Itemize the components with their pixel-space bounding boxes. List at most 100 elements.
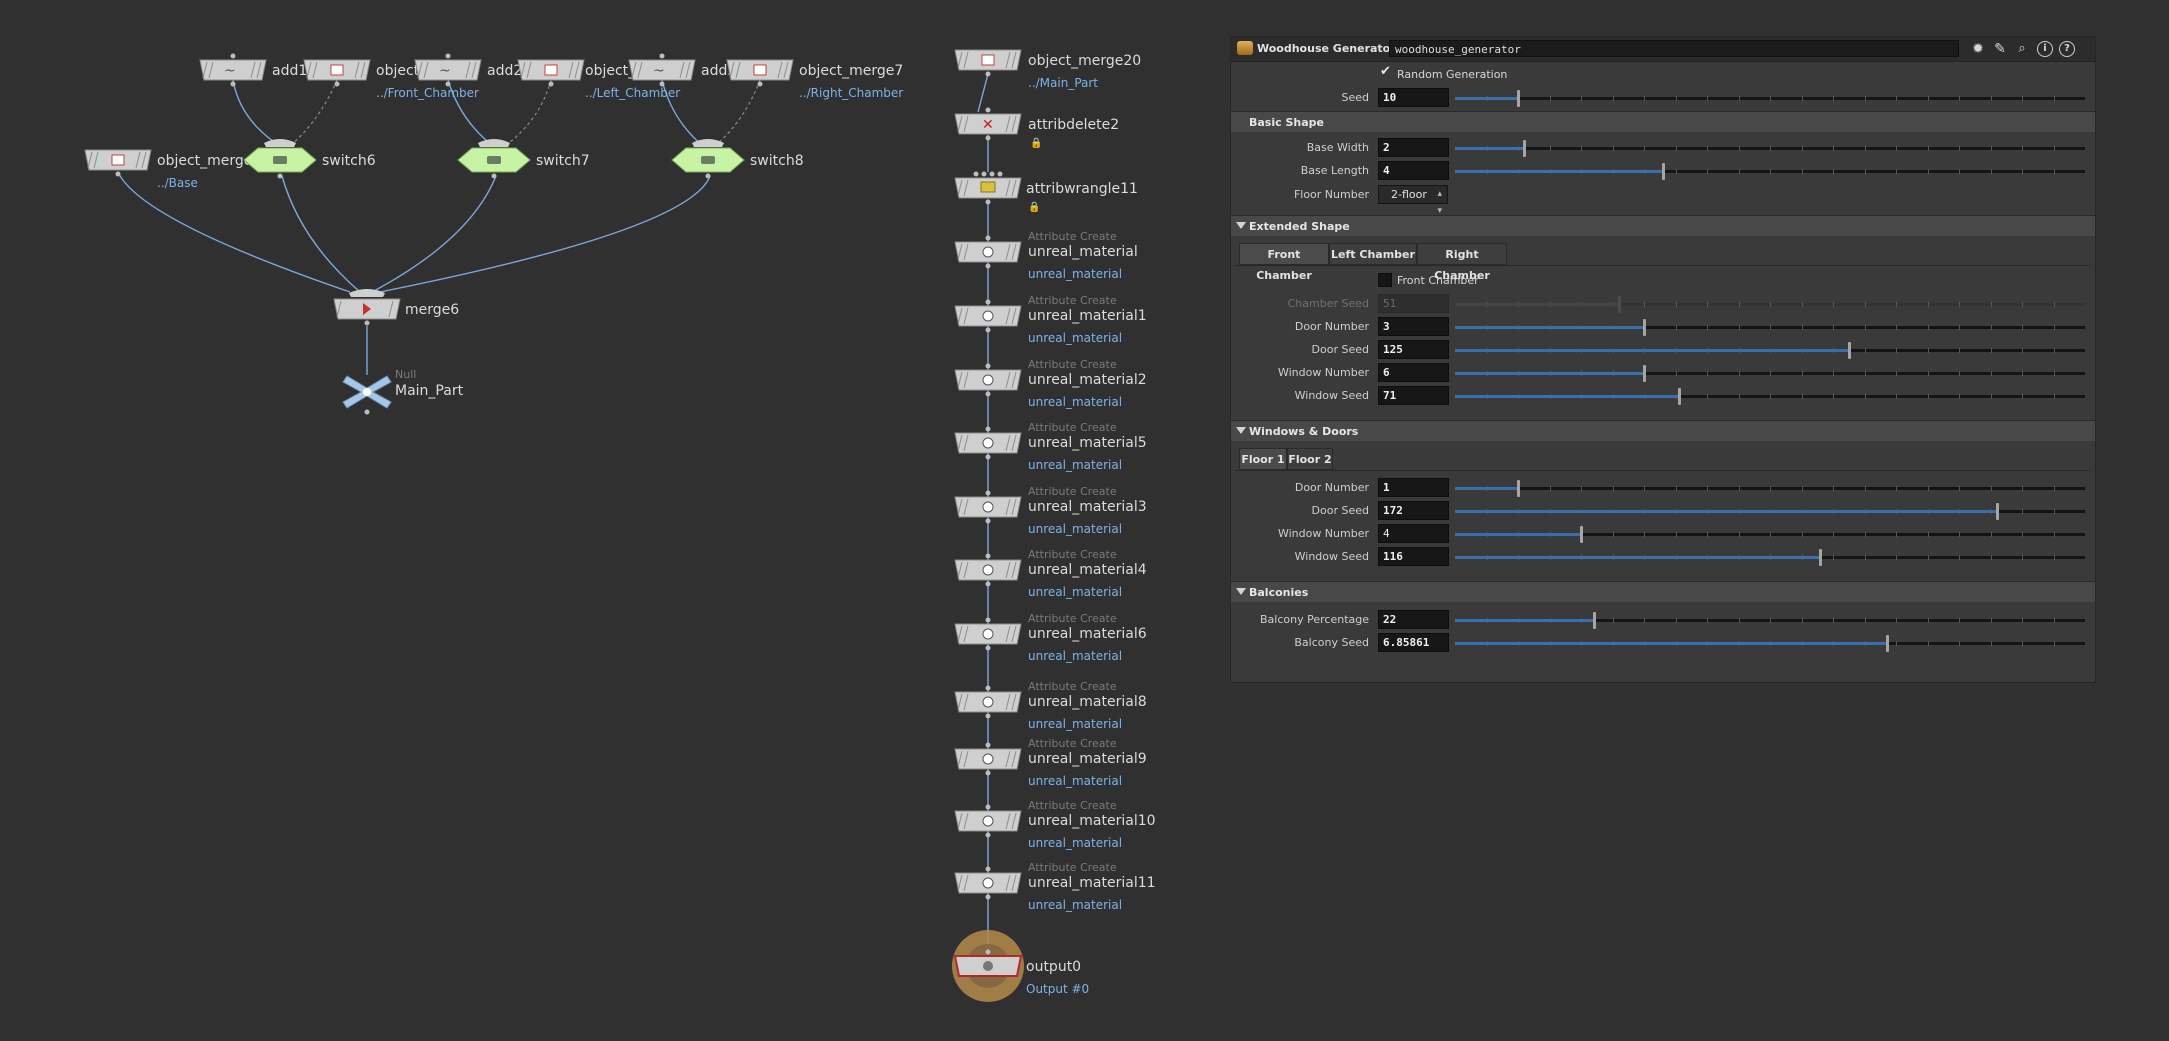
base-width-field[interactable]: 2 — [1378, 138, 1449, 157]
node-attribute-create[interactable]: Attribute Createunreal_material10 unreal_… — [954, 799, 1156, 850]
base-length-field[interactable]: 4 — [1378, 161, 1449, 180]
node-attribute-create[interactable]: Attribute Createunreal_material2 unreal_m… — [954, 358, 1147, 409]
node-add1[interactable]: ~ add1 — [199, 53, 307, 87]
floor-window-number-field[interactable]: 4 — [1378, 524, 1449, 543]
section-basic-shape[interactable]: Basic Shape — [1231, 111, 2095, 132]
node-merge6[interactable]: merge6 — [333, 288, 459, 326]
slider-tick — [1833, 146, 1834, 151]
slider-tick — [1707, 325, 1708, 330]
chamber-seed-field[interactable]: 51 — [1378, 294, 1449, 313]
info-icon[interactable]: i — [2037, 41, 2053, 57]
slider-tick — [1865, 302, 1866, 307]
node-switch6[interactable]: switch6 — [243, 138, 376, 179]
floor-door-number-slider[interactable] — [1455, 480, 2085, 497]
gear-icon[interactable]: ✹ — [1969, 40, 1987, 58]
balcony-percentage-slider[interactable] — [1455, 612, 2085, 629]
node-add3[interactable]: ~ add3 — [628, 53, 736, 87]
menu-value: 2-floor — [1391, 188, 1427, 201]
floor-number-menu[interactable]: 2-floor ▴ ▾ — [1378, 185, 1448, 216]
chamber-seed-slider[interactable] — [1455, 296, 2085, 313]
node-attribute-create[interactable]: Attribute Createunreal_material11 unreal_… — [954, 861, 1156, 912]
node-switch8[interactable]: switch8 — [671, 138, 804, 179]
floor-window-number-slider[interactable] — [1455, 526, 2085, 543]
floor-door-number-field[interactable]: 1 — [1378, 478, 1449, 497]
window-seed-slider[interactable] — [1455, 388, 2085, 405]
slider-handle[interactable] — [1618, 296, 1621, 313]
slider-tick — [2054, 394, 2055, 399]
seed-slider[interactable] — [1455, 90, 2085, 107]
node-object-merge4[interactable]: object_merge4 ../Base — [84, 149, 261, 190]
slider-handle[interactable] — [1662, 163, 1665, 180]
slider-tick — [2022, 641, 2023, 646]
slider-tick — [1739, 371, 1740, 376]
slider-handle[interactable] — [1517, 480, 1520, 497]
balcony-percentage-field[interactable]: 22 — [1378, 610, 1449, 629]
node-switch7[interactable]: switch7 — [457, 138, 590, 179]
balcony-seed-slider[interactable] — [1455, 635, 2085, 652]
slider-tick — [1833, 618, 1834, 623]
node-label: Main_Part — [395, 383, 464, 399]
node-object-merge20[interactable]: object_merge20 ../Main_Part — [954, 49, 1141, 90]
section-balconies[interactable]: Balconies — [1231, 581, 2095, 602]
door-seed-field[interactable]: 125 — [1378, 340, 1449, 359]
node-attribute-create[interactable]: Attribute Createunreal_material3 unreal_m… — [954, 485, 1147, 536]
slider-handle[interactable] — [1643, 319, 1646, 336]
section-extended-shape[interactable]: Extended Shape — [1231, 215, 2095, 236]
front-chamber-checkbox[interactable] — [1378, 273, 1392, 287]
slider-handle[interactable] — [1517, 90, 1520, 107]
slider-handle[interactable] — [1580, 526, 1583, 543]
window-number-slider[interactable] — [1455, 365, 2085, 382]
tab-floor-2[interactable]: Floor 2 — [1287, 448, 1333, 470]
node-object-merge7[interactable]: object_merge7 ../Right_Chamber — [726, 59, 903, 100]
floor-window-seed-field[interactable]: 116 — [1378, 547, 1449, 566]
base-length-slider[interactable] — [1455, 163, 2085, 180]
window-number-field[interactable]: 6 — [1378, 363, 1449, 382]
balcony-seed-field[interactable]: 6.85861 — [1378, 633, 1449, 652]
node-attribute-create[interactable]: Attribute Createunreal_material6 unreal_m… — [954, 612, 1147, 663]
tab-left-chamber[interactable]: Left Chamber — [1329, 243, 1417, 265]
slider-tick — [1739, 532, 1740, 537]
floor-window-seed-slider[interactable] — [1455, 549, 2085, 566]
node-add2[interactable]: ~ add2 — [414, 53, 522, 87]
floor-door-seed-field[interactable]: 172 — [1378, 501, 1449, 520]
door-number-slider[interactable] — [1455, 319, 2085, 336]
node-main-part-null[interactable]: Null Main_Part — [342, 368, 464, 415]
slider-handle[interactable] — [1678, 388, 1681, 405]
slider-handle[interactable] — [1886, 635, 1889, 652]
node-attribute-create[interactable]: Attribute Createunreal_material5 unreal_m… — [954, 421, 1147, 472]
node-attribwrangle11[interactable]: attribwrangle11 🔒 — [954, 171, 1138, 214]
help-icon[interactable]: ? — [2059, 41, 2075, 57]
node-type: Attribute Create — [1028, 230, 1117, 243]
slider-tick — [1739, 394, 1740, 399]
slider-handle[interactable] — [1643, 365, 1646, 382]
tab-floor-1[interactable]: Floor 1 — [1239, 448, 1287, 470]
tab-front-chamber[interactable]: Front Chamber — [1239, 243, 1329, 282]
brush-icon[interactable]: ✎ — [1991, 40, 2009, 58]
slider-handle[interactable] — [1848, 342, 1851, 359]
floor-door-seed-slider[interactable] — [1455, 503, 2085, 520]
node-attribute-create[interactable]: Attribute Createunreal_materialunreal_ma… — [954, 230, 1138, 281]
node-attribute-create[interactable]: Attribute Createunreal_material9 unreal_m… — [954, 737, 1147, 788]
slider-tick — [1896, 169, 1897, 174]
tab-right-chamber[interactable]: Right Chamber — [1417, 243, 1507, 282]
window-seed-field[interactable]: 71 — [1378, 386, 1449, 405]
door-number-field[interactable]: 3 — [1378, 317, 1449, 336]
door-seed-slider[interactable] — [1455, 342, 2085, 359]
node-name-field[interactable]: woodhouse_generator — [1389, 40, 1959, 57]
slider-handle[interactable] — [1523, 140, 1526, 157]
node-attribute-create[interactable]: Attribute Createunreal_material8 unreal_m… — [954, 680, 1147, 731]
slider-handle[interactable] — [1996, 503, 1999, 520]
random-generation-checkbox[interactable]: ✔ — [1378, 64, 1391, 79]
node-attribute-create[interactable]: Attribute Createunreal_material4 unreal_m… — [954, 548, 1147, 599]
node-attribdelete2[interactable]: ✕ attribdelete2 🔒 — [954, 107, 1119, 150]
seed-field[interactable]: 10 — [1378, 88, 1449, 107]
slider-tick — [1959, 325, 1960, 330]
node-output0[interactable]: output0 Output #0 — [952, 930, 1089, 1002]
base-width-slider[interactable] — [1455, 140, 2085, 157]
slider-handle[interactable] — [1593, 612, 1596, 629]
node-attribute-create[interactable]: Attribute Createunreal_material1 unreal_m… — [954, 294, 1147, 345]
slider-tick — [1707, 394, 1708, 399]
search-icon[interactable]: ⌕ — [2013, 40, 2031, 58]
section-windows-doors[interactable]: Windows & Doors — [1231, 420, 2095, 441]
slider-handle[interactable] — [1819, 549, 1822, 566]
